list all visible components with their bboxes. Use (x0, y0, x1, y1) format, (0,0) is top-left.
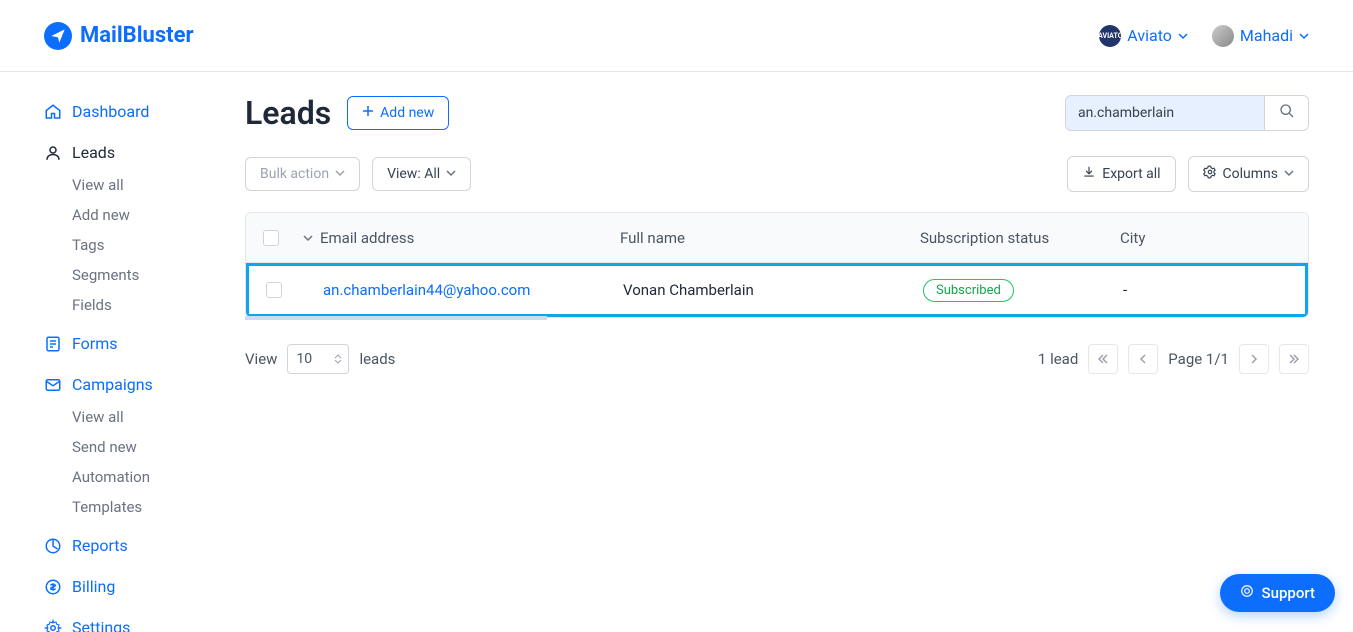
sidebar-item-leads-viewall[interactable]: View all (72, 170, 225, 200)
search-icon (1279, 103, 1295, 123)
support-label: Support (1262, 584, 1315, 602)
sidebar-item-leads-segments[interactable]: Segments (72, 260, 225, 290)
export-all-button[interactable]: Export all (1067, 156, 1175, 192)
org-switcher[interactable]: AVIATO Aviato (1099, 25, 1188, 47)
view-label: View (245, 350, 277, 368)
sidebar: Dashboard Leads View all Add new Tags Se… (0, 72, 225, 632)
sidebar-item-leads-fields[interactable]: Fields (72, 290, 225, 320)
sidebar-label: Campaigns (72, 375, 153, 394)
header-email[interactable]: Email address (320, 229, 620, 247)
leads-table: Email address Full name Subscription sta… (245, 212, 1309, 318)
view-filter-label: View: All (387, 166, 440, 182)
row-checkbox[interactable] (266, 282, 282, 298)
chevron-down-icon (1299, 26, 1309, 45)
search-button[interactable] (1265, 95, 1309, 131)
sidebar-item-settings[interactable]: Settings (44, 610, 225, 632)
org-label: Aviato (1127, 26, 1172, 45)
sidebar-item-campaigns-automation[interactable]: Automation (72, 462, 225, 492)
per-page-value: 10 (296, 351, 312, 367)
page-prev-button[interactable] (1128, 344, 1158, 374)
home-icon (44, 103, 62, 121)
sidebar-item-campaigns-sendnew[interactable]: Send new (72, 432, 225, 462)
sidebar-label: Forms (72, 334, 118, 353)
page-next-button[interactable] (1239, 344, 1269, 374)
page-indicator: Page 1/1 (1168, 350, 1229, 368)
view-filter-button[interactable]: View: All (372, 157, 471, 191)
chevron-down-icon (1178, 26, 1188, 45)
search-input[interactable] (1065, 95, 1265, 131)
cell-city: - (1123, 281, 1305, 299)
add-new-button[interactable]: Add new (347, 96, 449, 130)
sidebar-item-campaigns-templates[interactable]: Templates (72, 492, 225, 522)
export-all-label: Export all (1102, 166, 1160, 182)
expand-all-toggle[interactable] (296, 233, 320, 243)
logo-icon (44, 22, 72, 50)
sidebar-item-reports[interactable]: Reports (44, 528, 225, 563)
brand-name: MailBluster (80, 23, 194, 48)
org-avatar: AVIATO (1099, 25, 1121, 47)
per-page-select[interactable]: 10 (287, 344, 349, 374)
scroll-indicator (245, 316, 547, 320)
main-content: Leads Add new (225, 72, 1353, 632)
header-city[interactable]: City (1120, 229, 1308, 247)
columns-label: Columns (1223, 166, 1278, 182)
sidebar-label: Leads (72, 143, 115, 162)
table-header: Email address Full name Subscription sta… (246, 213, 1308, 263)
columns-button[interactable]: Columns (1188, 156, 1309, 192)
cell-email[interactable]: an.chamberlain44@yahoo.com (323, 281, 530, 299)
cell-full-name: Vonan Chamberlain (623, 281, 923, 299)
page-title: Leads (245, 94, 331, 132)
sidebar-item-campaigns-viewall[interactable]: View all (72, 402, 225, 432)
plus-icon (362, 105, 374, 121)
select-all-checkbox[interactable] (263, 230, 279, 246)
form-icon (44, 335, 62, 353)
sidebar-label: Reports (72, 536, 128, 555)
chart-icon (44, 537, 62, 555)
envelope-icon (44, 376, 62, 394)
user-icon (44, 144, 62, 162)
support-button[interactable]: Support (1220, 574, 1335, 612)
header-full-name[interactable]: Full name (620, 229, 920, 247)
chevron-down-icon (1284, 166, 1294, 182)
user-label: Mahadi (1240, 26, 1293, 45)
bulk-action-button[interactable]: Bulk action (245, 157, 360, 191)
chevron-down-icon (335, 166, 345, 182)
sidebar-item-leads-addnew[interactable]: Add new (72, 200, 225, 230)
leads-label: leads (359, 350, 395, 368)
gear-icon (44, 619, 62, 632)
sidebar-label: Billing (72, 577, 115, 596)
brand-logo[interactable]: MailBluster (44, 22, 194, 50)
gear-icon (1203, 165, 1217, 183)
lifesaver-icon (1240, 584, 1254, 602)
sidebar-label: Settings (72, 618, 130, 632)
add-new-label: Add new (380, 105, 434, 121)
table-row[interactable]: an.chamberlain44@yahoo.com Vonan Chamber… (246, 263, 1308, 317)
sidebar-item-leads[interactable]: Leads (44, 135, 225, 170)
download-icon (1082, 165, 1096, 183)
sidebar-item-leads-tags[interactable]: Tags (72, 230, 225, 260)
sidebar-label: Dashboard (72, 102, 149, 121)
user-avatar (1212, 25, 1234, 47)
page-first-button[interactable] (1088, 344, 1118, 374)
sidebar-item-dashboard[interactable]: Dashboard (44, 94, 225, 129)
status-badge: Subscribed (923, 279, 1014, 302)
user-menu[interactable]: Mahadi (1212, 25, 1309, 47)
header: MailBluster AVIATO Aviato Mahadi (0, 0, 1353, 72)
chevron-down-icon (446, 166, 456, 182)
dollar-icon (44, 578, 62, 596)
stepper-arrows-icon (334, 354, 342, 364)
bulk-action-label: Bulk action (260, 166, 329, 182)
sidebar-item-forms[interactable]: Forms (44, 326, 225, 361)
page-last-button[interactable] (1279, 344, 1309, 374)
lead-count: 1 lead (1038, 350, 1078, 368)
header-subscription[interactable]: Subscription status (920, 229, 1120, 247)
sidebar-item-campaigns[interactable]: Campaigns (44, 367, 225, 402)
sidebar-item-billing[interactable]: Billing (44, 569, 225, 604)
